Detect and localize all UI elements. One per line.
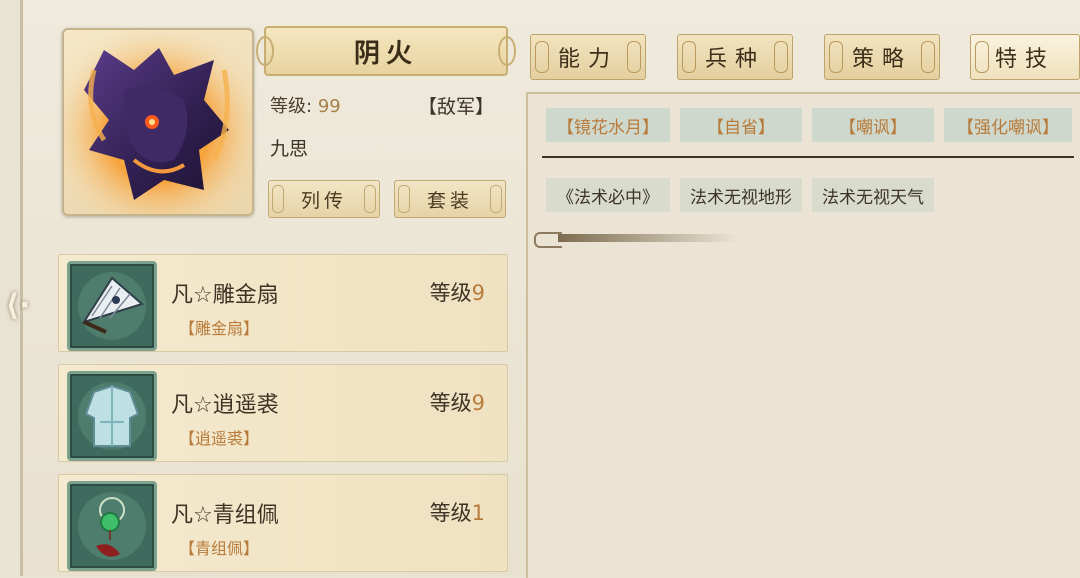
curl-ornament-icon bbox=[398, 185, 410, 213]
curl-ornament-icon bbox=[921, 41, 935, 73]
set-button-label: 套装 bbox=[426, 189, 473, 212]
curl-ornament-icon bbox=[364, 185, 376, 213]
equipment-title: 凡☆逍遥裘 bbox=[171, 393, 279, 418]
equipment-level-label: 等级 bbox=[429, 281, 472, 305]
equipment-level: 等级1 bbox=[430, 497, 485, 527]
jade-pendant-icon bbox=[67, 481, 157, 571]
skill-tag[interactable]: 法术无视天气 bbox=[812, 178, 934, 212]
skill-tag[interactable]: 【镜花水月】 bbox=[546, 108, 670, 142]
equipment-level-label: 等级 bbox=[429, 391, 472, 415]
biography-button-label: 列传 bbox=[300, 189, 347, 212]
equipment-subtitle: 【雕金扇】 bbox=[179, 319, 260, 338]
hero-portrait bbox=[62, 28, 254, 216]
equipment-slot-1[interactable]: 凡☆雕金扇 【雕金扇】 等级9 bbox=[58, 254, 508, 352]
curl-ornament-icon bbox=[627, 41, 641, 73]
curl-ornament-icon bbox=[682, 41, 696, 73]
tab-label: 能力 bbox=[557, 47, 618, 72]
robe-icon bbox=[67, 371, 157, 461]
hero-name-plate: 阴火 bbox=[256, 26, 516, 76]
scroll-fade bbox=[558, 234, 738, 242]
tab-label: 兵种 bbox=[704, 47, 765, 72]
equipment-level-label: 等级 bbox=[429, 501, 472, 525]
set-button[interactable]: 套装 bbox=[394, 180, 506, 218]
skill-tag[interactable]: 【嘲讽】 bbox=[812, 108, 934, 142]
curl-ornament-icon bbox=[535, 41, 549, 73]
hero-name: 阴火 bbox=[353, 38, 418, 69]
hero-level-label: 等级: bbox=[270, 96, 313, 117]
equipment-slot-3[interactable]: 凡☆青组佩 【青组佩】 等级1 bbox=[58, 474, 508, 572]
equipment-level-value: 1 bbox=[471, 501, 485, 525]
curl-ornament-icon bbox=[490, 185, 502, 213]
equipment-slot-2[interactable]: 凡☆逍遥裘 【逍遥裘】 等级9 bbox=[58, 364, 508, 462]
tab-label: 策略 bbox=[851, 47, 912, 72]
curl-ornament-icon bbox=[829, 41, 843, 73]
tab-special-skill[interactable]: 特技 bbox=[970, 34, 1080, 80]
equipment-subtitle: 【逍遥裘】 bbox=[179, 429, 260, 448]
skill-tag[interactable]: 【强化嘲讽】 bbox=[944, 108, 1072, 142]
equipment-subtitle: 【青组佩】 bbox=[179, 539, 260, 558]
hero-general: 九思 bbox=[270, 138, 309, 160]
tab-strategy[interactable]: 策略 bbox=[824, 34, 940, 80]
shadow-beast-icon bbox=[64, 30, 252, 214]
hero-faction: 【敌军】 bbox=[418, 96, 495, 118]
curl-ornament-icon bbox=[774, 41, 788, 73]
tab-troop[interactable]: 兵种 bbox=[677, 34, 793, 80]
skill-tag[interactable]: 《法术必中》 bbox=[546, 178, 670, 212]
hero-level: 等级: 99 bbox=[270, 92, 341, 118]
fan-icon bbox=[67, 261, 157, 351]
divider bbox=[542, 156, 1074, 158]
biography-button[interactable]: 列传 bbox=[268, 180, 380, 218]
equipment-level-value: 9 bbox=[471, 281, 485, 305]
curl-ornament-icon bbox=[975, 41, 989, 73]
tab-ability[interactable]: 能力 bbox=[530, 34, 646, 80]
side-arrow-icon[interactable]: ⟨· bbox=[0, 270, 36, 340]
equipment-level: 等级9 bbox=[430, 387, 485, 417]
equipment-level: 等级9 bbox=[430, 277, 485, 307]
equipment-title: 凡☆雕金扇 bbox=[171, 283, 279, 308]
skill-tag[interactable]: 【自省】 bbox=[680, 108, 802, 142]
tab-label: 特技 bbox=[994, 47, 1055, 72]
equipment-level-value: 9 bbox=[471, 391, 485, 415]
skill-panel bbox=[526, 92, 1080, 578]
hero-level-value: 99 bbox=[317, 96, 341, 117]
equipment-title: 凡☆青组佩 bbox=[171, 503, 279, 528]
skill-tag[interactable]: 法术无视地形 bbox=[680, 178, 802, 212]
scroll-ornament bbox=[534, 232, 1080, 248]
curl-ornament-icon bbox=[272, 185, 284, 213]
